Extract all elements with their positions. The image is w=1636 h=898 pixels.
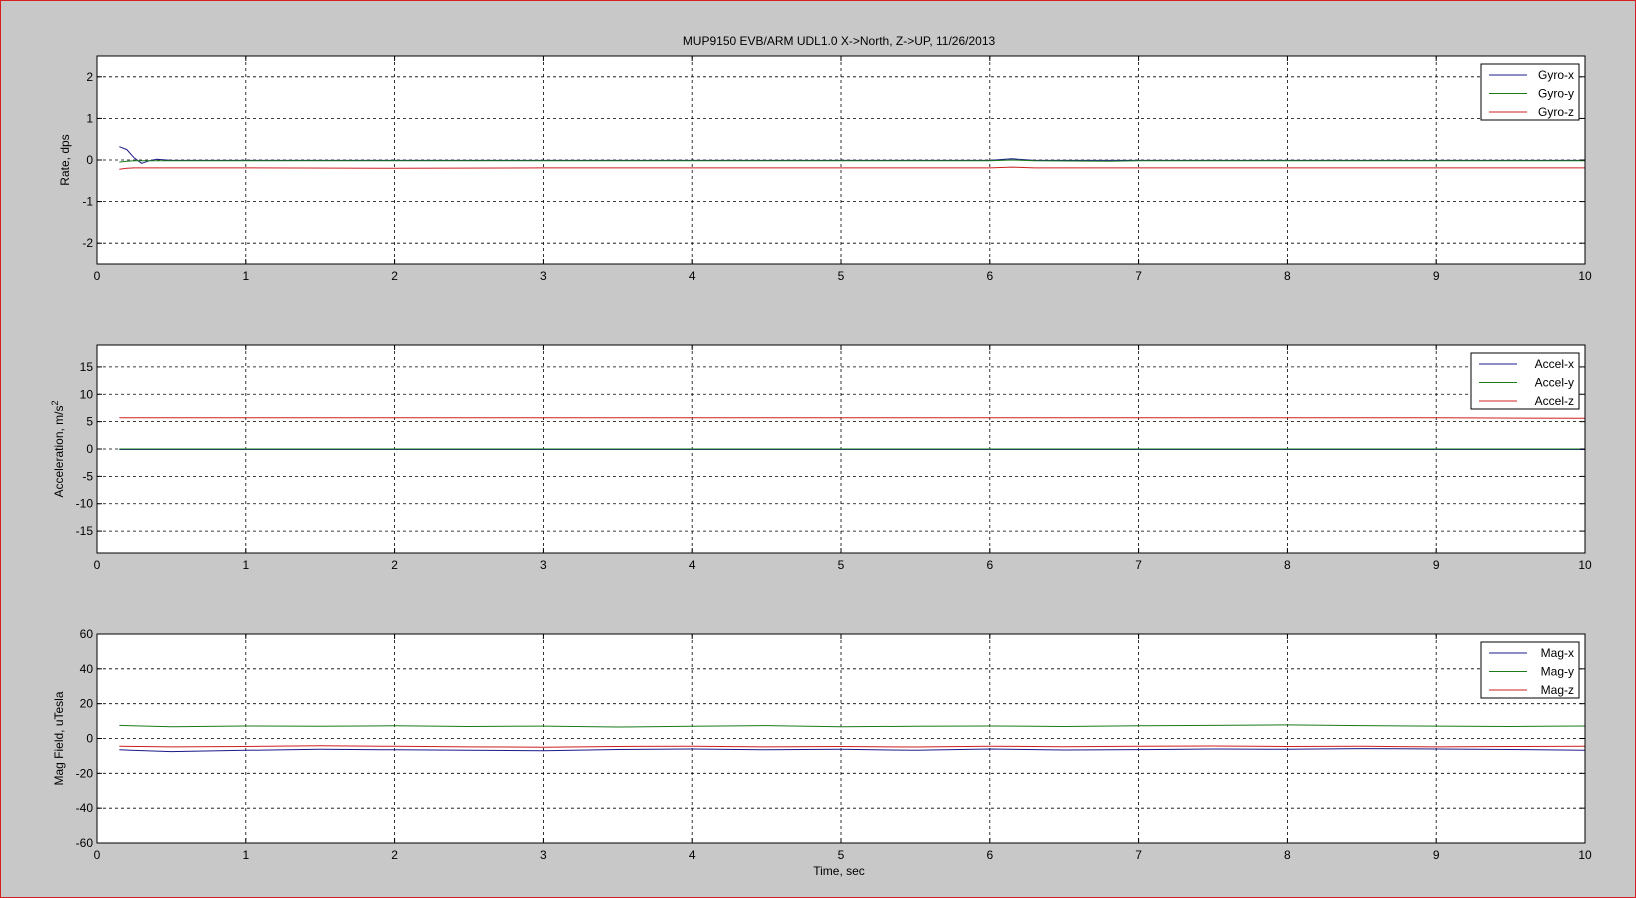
x-tick-label: 6 xyxy=(986,269,993,283)
x-tick-label: 10 xyxy=(1578,848,1592,862)
y-tick-label: -1 xyxy=(82,195,93,209)
legend: Accel-x Accel-y Accel-z xyxy=(1470,352,1580,410)
legend-label: Gyro-z xyxy=(1538,105,1574,119)
subplot-2: 0 1 2 3 4 5 6 7 8 9 10 -15 -10 -5 0 5 10 15 Acceleration, … xyxy=(50,344,1592,572)
y-tick-label: 5 xyxy=(86,415,93,429)
legend-label: Gyro-y xyxy=(1538,87,1574,101)
x-tick-label: 7 xyxy=(1135,848,1142,862)
x-tick-label: 9 xyxy=(1433,269,1440,283)
x-tick-label: 6 xyxy=(986,848,993,862)
figure-title: MUP9150 EVB/ARM UDL1.0 X->North, Z->UP, … xyxy=(683,34,996,48)
subplot-1: 0 1 2 3 4 5 6 7 8 9 10 -2 -1 0 1 2 Rate, dps Gyro-x Gyro-y… xyxy=(58,55,1592,283)
x-tick-label: 0 xyxy=(94,269,101,283)
x-tick-label: 4 xyxy=(689,269,696,283)
y-tick-label: -40 xyxy=(76,801,94,815)
x-tick-label: 8 xyxy=(1284,848,1291,862)
x-axis-label: Time, sec xyxy=(813,864,865,878)
y-tick-label: -10 xyxy=(76,497,94,511)
legend: Mag-x Mag-y Mag-z xyxy=(1480,641,1580,699)
y-tick-label: -2 xyxy=(82,236,93,250)
y-tick-label: 2 xyxy=(86,70,93,84)
legend-label: Accel-x xyxy=(1535,357,1574,371)
subplots: 0 1 2 3 4 5 6 7 8 9 10-2-1012Rate, dpsGyro-xGyro-y… xyxy=(50,55,1592,862)
y-tick-label: 40 xyxy=(80,662,94,676)
x-tick-label: 9 xyxy=(1433,848,1440,862)
x-tick-label: 1 xyxy=(242,848,249,862)
x-tick-label: 1 xyxy=(242,269,249,283)
x-tick-label: 1 xyxy=(242,558,249,572)
x-tick-label: 4 xyxy=(689,558,696,572)
x-tick-label: 3 xyxy=(540,269,547,283)
figure-window: MUP9150 EVB/ARM UDL1.0 X->North, Z->UP, … xyxy=(0,0,1636,898)
y-tick-label: 0 xyxy=(86,153,93,167)
x-tick-label: 7 xyxy=(1135,269,1142,283)
legend-label: Mag-x xyxy=(1541,646,1574,660)
legend-label: Accel-y xyxy=(1535,376,1574,390)
x-tick-label: 2 xyxy=(391,558,398,572)
x-tick-label: 5 xyxy=(838,848,845,862)
y-axis-label-superscript: 2 xyxy=(50,400,60,405)
y-tick-label: 60 xyxy=(80,627,94,641)
legend-label: Mag-z xyxy=(1541,683,1574,697)
y-tick-label: 15 xyxy=(80,360,94,374)
legend: Gyro-x Gyro-y Gyro-z xyxy=(1480,63,1580,121)
x-tick-label: 6 xyxy=(986,558,993,572)
x-tick-label: 0 xyxy=(94,558,101,572)
series-line-accel-z xyxy=(119,417,1585,419)
x-tick-label: 4 xyxy=(689,848,696,862)
y-tick-label: -5 xyxy=(82,469,93,483)
x-tick-label: 8 xyxy=(1284,558,1291,572)
x-tick-label: 5 xyxy=(838,558,845,572)
x-tick-label: 10 xyxy=(1578,269,1592,283)
legend-label: Mag-y xyxy=(1541,665,1574,679)
subplot-3: 0 1 2 3 4 5 6 7 8 9 10 -60 -40 -20 0 20 40 60 Mag Field, u… xyxy=(52,627,1592,862)
x-tick-label: 7 xyxy=(1135,558,1142,572)
y-axis-label: Rate, dps xyxy=(58,134,72,185)
x-tick-label: 5 xyxy=(838,269,845,283)
y-tick-label: -15 xyxy=(76,524,94,538)
y-axis-label: Acceleration, m/s2 xyxy=(50,400,66,497)
y-tick-label: -60 xyxy=(76,836,94,850)
legend-label: Accel-z xyxy=(1535,394,1574,408)
y-tick-label: 20 xyxy=(80,697,94,711)
y-tick-label: 0 xyxy=(86,442,93,456)
figure-canvas: MUP9150 EVB/ARM UDL1.0 X->North, Z->UP, … xyxy=(50,34,1592,878)
x-tick-label: 2 xyxy=(391,269,398,283)
y-axis-label: Mag Field, uTesla xyxy=(52,691,66,785)
legend-label: Gyro-x xyxy=(1538,68,1574,82)
y-tick-label: 10 xyxy=(80,387,94,401)
y-tick-label: -20 xyxy=(76,766,94,780)
y-tick-label: 0 xyxy=(86,732,93,746)
x-tick-label: 10 xyxy=(1578,558,1592,572)
x-tick-label: 0 xyxy=(94,848,101,862)
x-tick-label: 9 xyxy=(1433,558,1440,572)
x-tick-label: 3 xyxy=(540,558,547,572)
x-tick-label: 3 xyxy=(540,848,547,862)
x-tick-label: 8 xyxy=(1284,269,1291,283)
x-tick-label: 2 xyxy=(391,848,398,862)
y-tick-label: 1 xyxy=(86,111,93,125)
